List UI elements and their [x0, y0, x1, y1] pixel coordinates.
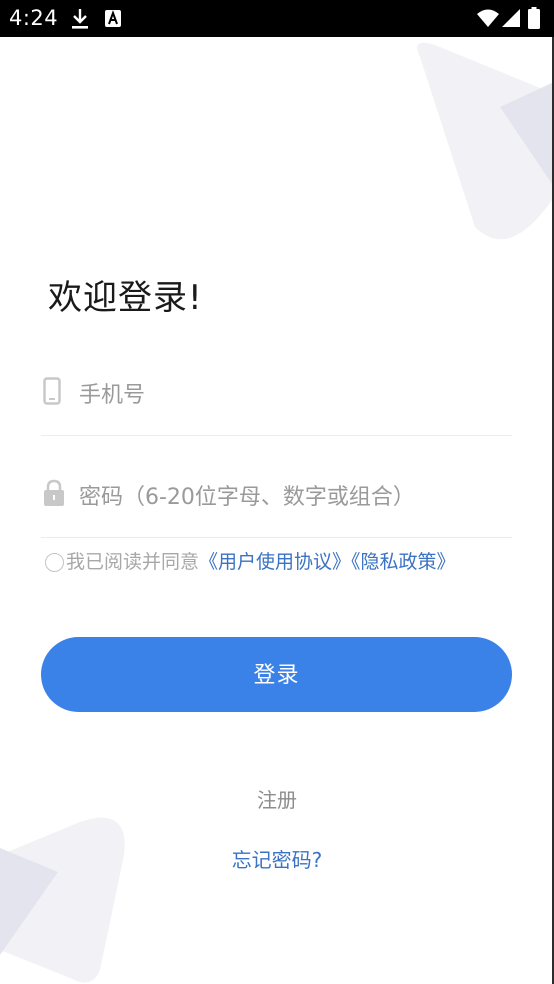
password-input[interactable]: [79, 477, 509, 517]
phone-icon: [43, 377, 61, 405]
password-field: [41, 477, 512, 538]
forgot-password-link[interactable]: 忘记密码?: [0, 844, 554, 873]
status-bar: 4:24: [0, 0, 554, 37]
signal-icon: [502, 9, 520, 27]
phone-field: [41, 375, 512, 436]
privacy-policy-link[interactable]: 《隐私政策》: [351, 551, 456, 573]
status-time: 4:24: [9, 6, 59, 30]
battery-icon: [528, 7, 540, 29]
phone-input[interactable]: [79, 375, 509, 415]
register-link[interactable]: 注册: [0, 784, 554, 813]
a-notification-icon: [105, 10, 121, 27]
welcome-title: 欢迎登录!: [48, 278, 203, 318]
download-icon: [72, 9, 88, 29]
decorative-shape-bottom: [0, 817, 125, 983]
login-screen: 4:24 欢迎登录! 手机号 我已阅读并同意《用户使用协议》《隐私政策》 登录 …: [0, 0, 554, 984]
agreement-radio[interactable]: [45, 553, 64, 572]
agreement-row: 我已阅读并同意《用户使用协议》《隐私政策》: [45, 548, 525, 576]
agreement-text: 我已阅读并同意: [66, 551, 200, 573]
wifi-icon: [477, 9, 499, 27]
decorative-shape-top: [417, 42, 554, 240]
login-button[interactable]: 登录: [41, 637, 512, 712]
user-agreement-link[interactable]: 《用户使用协议》: [199, 551, 351, 573]
lock-icon: [44, 479, 64, 506]
